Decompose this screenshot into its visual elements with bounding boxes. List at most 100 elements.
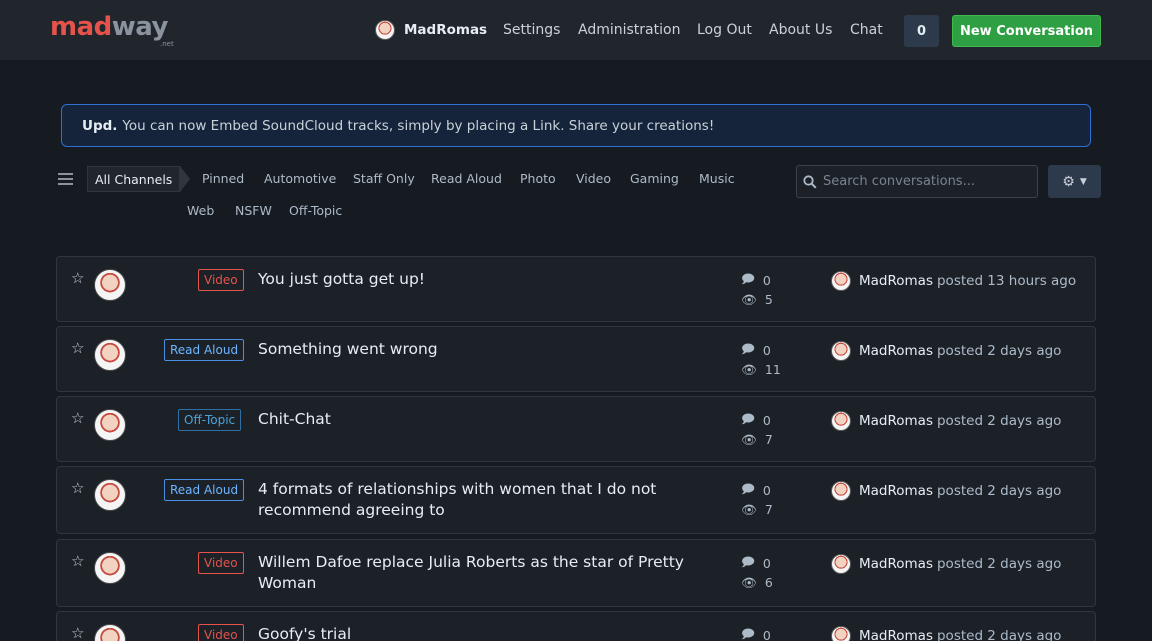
reply-count: 0 [762, 556, 771, 571]
conversation-stats: 🗩 0 👁 7 [741, 481, 773, 519]
reply-count: 0 [762, 343, 771, 358]
settings-dropdown-button[interactable]: ⚙ ▼ [1048, 165, 1101, 198]
gear-icon: ⚙ [1062, 173, 1075, 190]
logo-mad: mad [50, 12, 112, 42]
channel-tag[interactable]: Video [198, 624, 244, 641]
search-conversations[interactable]: Search conversations... [796, 165, 1038, 198]
view-count: 7 [764, 432, 773, 447]
star-icon[interactable]: ☆ [71, 552, 84, 570]
conversation-row[interactable]: ☆ Read Aloud Something went wrong 🗩 0 👁 11… [56, 326, 1096, 392]
notification-count-button[interactable]: 0 [904, 15, 939, 47]
channel-gaming[interactable]: Gaming [630, 171, 679, 186]
view-count: 6 [764, 575, 773, 590]
star-icon[interactable]: ☆ [71, 479, 84, 497]
channel-tag[interactable]: Video [198, 552, 244, 574]
channel-tag[interactable]: Video [198, 269, 244, 291]
eye-icon: 👁 [741, 501, 757, 517]
eye-icon: 👁 [741, 361, 757, 377]
avatar[interactable] [94, 339, 126, 371]
star-icon[interactable]: ☆ [71, 409, 84, 427]
comment-icon: 🗩 [741, 271, 755, 286]
star-icon[interactable]: ☆ [71, 624, 84, 641]
nav-about-us[interactable]: About Us [769, 22, 832, 38]
conversation-stats: 🗩 0 👁 7 [741, 411, 773, 449]
poster-name[interactable]: MadRomas [859, 483, 933, 499]
view-count: 7 [764, 502, 773, 517]
site-logo[interactable]: madway .net [50, 12, 174, 48]
conversation-title[interactable]: Something went wrong [258, 339, 688, 360]
nav-administration[interactable]: Administration [578, 22, 680, 38]
last-post-info: MadRomas posted 2 days ago [831, 626, 1061, 641]
channel-tag[interactable]: Read Aloud [164, 479, 245, 501]
avatar[interactable] [94, 552, 126, 584]
new-conversation-button[interactable]: New Conversation [952, 15, 1101, 47]
avatar[interactable] [94, 479, 126, 511]
last-post-info: MadRomas posted 2 days ago [831, 554, 1061, 574]
caret-down-icon: ▼ [1079, 176, 1087, 187]
post-time: posted 2 days ago [936, 343, 1062, 359]
nav-chat[interactable]: Chat [850, 22, 883, 38]
post-time: posted 2 days ago [936, 556, 1062, 572]
channel-web[interactable]: Web [187, 203, 214, 218]
conversation-title[interactable]: Goofy's trial [258, 624, 688, 641]
channel-photo[interactable]: Photo [520, 171, 556, 186]
channel-music[interactable]: Music [699, 171, 735, 186]
channel-off-topic[interactable]: Off-Topic [289, 203, 342, 218]
channel-pinned[interactable]: Pinned [202, 171, 244, 186]
eye-icon: 👁 [741, 291, 757, 307]
star-icon[interactable]: ☆ [71, 339, 84, 357]
eye-icon: 👁 [741, 574, 757, 590]
channel-nsfw[interactable]: NSFW [235, 203, 272, 218]
poster-avatar[interactable] [831, 271, 851, 291]
last-post-info: MadRomas posted 2 days ago [831, 411, 1061, 431]
avatar[interactable] [94, 269, 126, 301]
channel-read-aloud[interactable]: Read Aloud [431, 171, 502, 186]
poster-avatar[interactable] [831, 554, 851, 574]
conversation-title[interactable]: You just gotta get up! [258, 269, 688, 290]
post-time: posted 13 hours ago [936, 273, 1077, 289]
conversation-row[interactable]: ☆ Video Goofy's trial 🗩 0 MadRomas posted… [56, 611, 1096, 641]
list-icon[interactable] [58, 173, 73, 185]
avatar[interactable] [94, 409, 126, 441]
user-menu[interactable]: MadRomas [375, 0, 487, 60]
search-icon [803, 174, 817, 189]
comment-icon: 🗩 [741, 481, 755, 496]
poster-avatar[interactable] [831, 341, 851, 361]
channel-tag[interactable]: Read Aloud [164, 339, 245, 361]
channel-automotive[interactable]: Automotive [264, 171, 336, 186]
post-time: posted 2 days ago [936, 483, 1062, 499]
avatar[interactable] [94, 624, 126, 641]
reply-count: 0 [762, 273, 771, 288]
poster-name[interactable]: MadRomas [859, 343, 933, 359]
conversation-row[interactable]: ☆ Video You just gotta get up! 🗩 0 👁 5 Mad… [56, 256, 1096, 322]
nav-settings[interactable]: Settings [503, 22, 560, 38]
poster-name[interactable]: MadRomas [859, 628, 933, 641]
view-count: 11 [764, 362, 781, 377]
poster-avatar[interactable] [831, 626, 851, 641]
conversation-row[interactable]: ☆ Read Aloud 4 formats of relationships … [56, 466, 1096, 534]
poster-avatar[interactable] [831, 481, 851, 501]
conversation-title[interactable]: Willem Dafoe replace Julia Roberts as th… [258, 552, 688, 594]
last-post-info: MadRomas posted 13 hours ago [831, 271, 1076, 291]
nav-log-out[interactable]: Log Out [697, 22, 752, 38]
conversation-stats: 🗩 0 👁 5 [741, 271, 773, 309]
conversation-row[interactable]: ☆ Video Willem Dafoe replace Julia Rober… [56, 539, 1096, 607]
poster-name[interactable]: MadRomas [859, 413, 933, 429]
channel-tag[interactable]: Off-Topic [178, 409, 242, 431]
channel-all-channels[interactable]: All Channels [87, 166, 191, 192]
poster-avatar[interactable] [831, 411, 851, 431]
conversation-title[interactable]: Chit-Chat [258, 409, 688, 430]
channel-staff-only[interactable]: Staff Only [353, 171, 415, 186]
conversation-title[interactable]: 4 formats of relationships with women th… [258, 479, 688, 521]
reply-count: 0 [762, 628, 771, 641]
reply-count: 0 [762, 413, 771, 428]
poster-name[interactable]: MadRomas [859, 273, 933, 289]
channel-video[interactable]: Video [576, 171, 611, 186]
post-time: posted 2 days ago [936, 413, 1062, 429]
username-label: MadRomas [404, 22, 488, 38]
search-input[interactable]: Search conversations... [823, 174, 975, 189]
poster-name[interactable]: MadRomas [859, 556, 933, 572]
star-icon[interactable]: ☆ [71, 269, 84, 287]
announcement-banner: Upd. You can now Embed SoundCloud tracks… [61, 104, 1091, 147]
conversation-row[interactable]: ☆ Off-Topic Chit-Chat 🗩 0 👁 7 MadRomas pos… [56, 396, 1096, 462]
